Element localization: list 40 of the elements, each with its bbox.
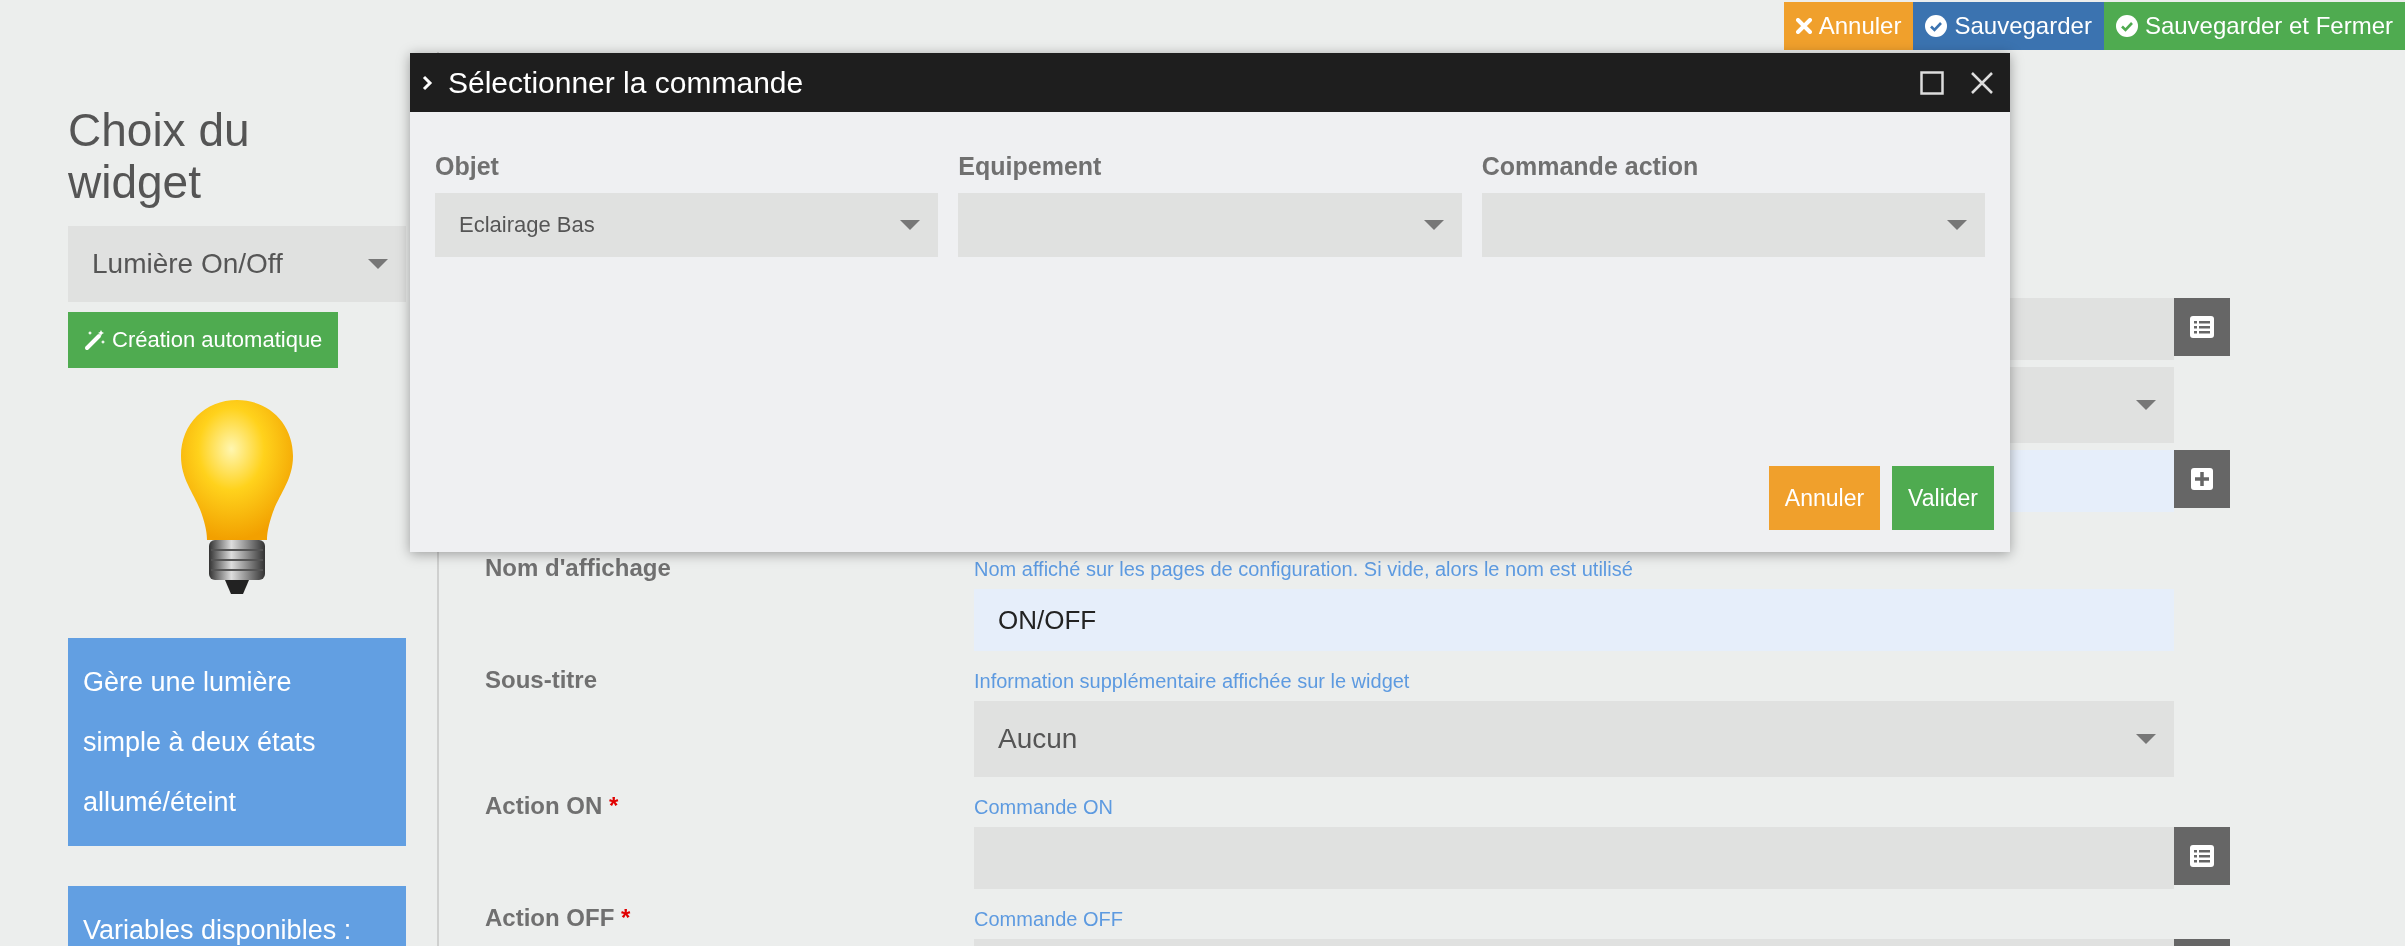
caret-icon [2136,400,2156,410]
save-and-close-button[interactable]: Sauvegarder et Fermer [2103,2,2405,50]
caret-icon [900,220,921,230]
check-circle-icon [1925,15,1948,37]
save-button[interactable]: Sauvegarder [1913,2,2104,50]
field-hint: Nom affiché sur les pages de configuration. Si vide, alors le nom est utilisé [974,557,1634,582]
select-field[interactable]: Aucun [974,701,2174,777]
select-field[interactable]: Lumière On/Off [68,226,406,302]
field-label: Sous-titre [485,665,598,694]
dialog-title: Sélectionner la commande [448,65,805,100]
magic-wand-icon [84,329,106,351]
auto-create-button[interactable]: Création automatique [68,312,339,368]
close-icon[interactable] [1970,70,1994,95]
check-circle-icon [2115,15,2138,37]
variables-box: Variables disponibles : [68,886,406,946]
plus-icon [2191,468,2213,490]
chevron-icon [422,74,434,91]
field-hint: Information supplémentaire affichée sur le widget [974,669,1411,694]
text-field[interactable]: ON/OFF [974,589,2174,651]
list-icon [2190,316,2214,338]
column-label: Objet [435,152,500,181]
add-button[interactable] [2174,450,2230,508]
field-hint: Commande ON [974,795,1114,820]
column-label: Equipement [958,152,1103,181]
list-icon [2190,845,2214,867]
field-label: Action ON * [485,791,620,820]
confirm-button[interactable]: Valider [1892,466,1994,530]
close-icon [1795,18,1812,34]
panel-title: Choix du widget [68,104,251,208]
maximize-icon[interactable] [1920,70,1944,95]
caret-icon [368,259,388,269]
caret-icon [1423,220,1444,230]
caret-icon [1947,220,1967,230]
caret-icon [2136,734,2156,744]
field-label: Action OFF * [485,903,632,932]
select-field[interactable]: Eclairage Bas [435,193,939,257]
description-box: Gère une lumière simple à deux états allumé/éteint [68,638,406,846]
field-label: Nom d'affichage [485,553,672,582]
field-hint: Commande OFF [974,907,1124,932]
column-label: Commande action [1481,152,1700,181]
